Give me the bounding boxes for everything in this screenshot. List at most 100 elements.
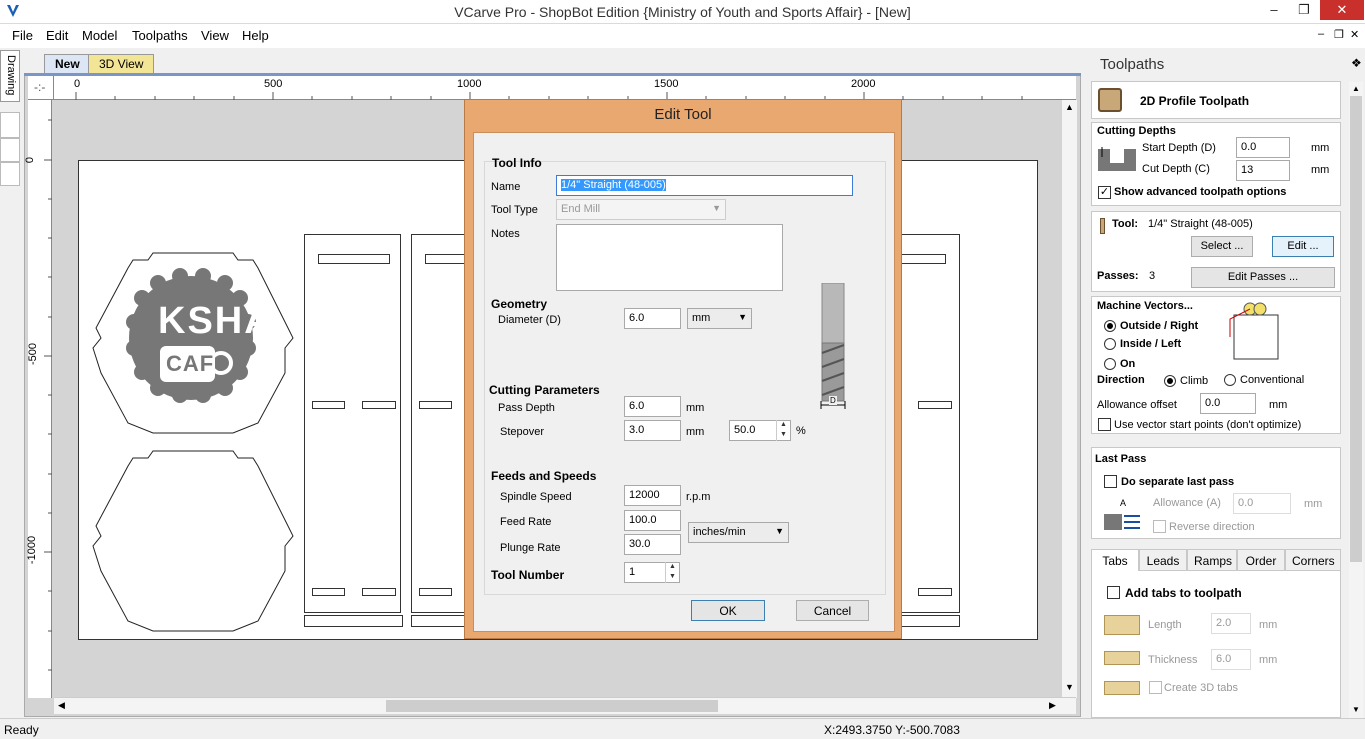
advanced-options-checkbox[interactable]: ✓ — [1098, 186, 1111, 199]
vector-start-points-label: Use vector start points (don't optimize) — [1114, 419, 1302, 431]
scroll-left-icon[interactable]: ◀ — [58, 700, 65, 711]
passes-label: Passes: — [1097, 270, 1139, 282]
tab-corners[interactable]: Corners — [1285, 549, 1341, 571]
tab-3d-view[interactable]: 3D View — [88, 54, 155, 73]
scroll-down-icon[interactable]: ▼ — [1065, 682, 1074, 692]
edit-passes-button[interactable]: Edit Passes ... — [1191, 267, 1335, 288]
add-tabs-checkbox[interactable] — [1107, 586, 1120, 599]
start-depth-input[interactable]: 0.0 — [1236, 137, 1290, 158]
tool-number-input[interactable]: 1 ▲ ▼ — [624, 562, 680, 583]
create-3d-tabs-checkbox[interactable] — [1149, 681, 1162, 694]
mdi-minimize-icon[interactable]: – — [1318, 28, 1324, 40]
last-pass-diagram-icon: A — [1104, 498, 1140, 530]
tool-name-value: 1/4" Straight (48-005) — [561, 179, 666, 191]
vector-offset-diagram-icon — [1229, 302, 1279, 360]
climb-radio[interactable] — [1164, 375, 1176, 387]
tab-length-unit: mm — [1259, 619, 1278, 631]
mdi-close-icon[interactable]: ✕ — [1350, 28, 1359, 41]
menu-edit[interactable]: Edit — [46, 28, 68, 43]
panel-scroll-thumb[interactable] — [1350, 96, 1362, 562]
tool-type-select[interactable]: End Mill ▼ — [556, 199, 726, 220]
conventional-label: Conventional — [1240, 374, 1305, 386]
tab-order[interactable]: Order — [1237, 549, 1285, 571]
side-tab-empty-3[interactable] — [0, 162, 20, 186]
ruler-h-1000: 1000 — [457, 78, 482, 90]
notes-textarea[interactable] — [556, 224, 783, 291]
tab-length-input[interactable]: 2.0 — [1211, 613, 1251, 634]
minimize-icon[interactable]: – — [1262, 2, 1286, 20]
tab-thickness-input[interactable]: 6.0 — [1211, 649, 1251, 670]
window-title: VCarve Pro - ShopBot Edition {Ministry o… — [454, 4, 911, 20]
panel-scroll-up-icon[interactable]: ▲ — [1352, 84, 1360, 93]
menu-file[interactable]: File — [12, 28, 33, 43]
direction-label: Direction — [1097, 374, 1145, 386]
conventional-radio[interactable] — [1224, 374, 1236, 386]
menu-help[interactable]: Help — [242, 28, 269, 43]
reverse-direction-label: Reverse direction — [1169, 521, 1255, 533]
scroll-up-icon[interactable]: ▲ — [1065, 102, 1074, 112]
side-tab-empty-2[interactable] — [0, 138, 20, 162]
tool-name-input[interactable]: 1/4" Straight (48-005) — [556, 175, 853, 196]
panel-1-slot-b — [362, 401, 396, 409]
outside-right-radio[interactable] — [1104, 320, 1116, 332]
close-icon[interactable]: ✕ — [1320, 0, 1364, 20]
tab-leads[interactable]: Leads — [1139, 549, 1187, 571]
panel-part-2[interactable] — [411, 234, 467, 613]
spin-arrows-icon[interactable]: ▲ ▼ — [776, 420, 790, 441]
panel-part-1[interactable] — [304, 234, 401, 613]
on-radio[interactable] — [1104, 358, 1116, 370]
pass-depth-input[interactable]: 6.0 — [624, 396, 681, 417]
last-pass-allowance-input[interactable]: 0.0 — [1233, 493, 1291, 514]
scroll-right-icon[interactable]: ▶ — [1049, 700, 1056, 711]
tab-new[interactable]: New — [44, 54, 91, 73]
feed-rate-input[interactable]: 100.0 — [624, 510, 681, 531]
edit-tool-button[interactable]: Edit ... — [1272, 236, 1334, 257]
maximize-icon[interactable]: ❐ — [1292, 2, 1316, 20]
vector-start-points-checkbox[interactable] — [1098, 418, 1111, 431]
menu-toolpaths[interactable]: Toolpaths — [132, 28, 188, 43]
ok-button[interactable]: OK — [691, 600, 765, 621]
panel-2-slot-a — [419, 401, 452, 409]
cut-depth-input[interactable]: 13 — [1236, 160, 1290, 181]
toolpath-type-box: 2D Profile Toolpath — [1091, 81, 1341, 119]
ruler-h-500: 500 — [264, 78, 283, 90]
cut-depth-unit: mm — [1311, 164, 1330, 176]
horizontal-scrollbar[interactable]: ◀ ▶ — [54, 697, 1076, 714]
cursor-coordinates: X:2493.3750 Y:-500.7083 — [824, 723, 960, 737]
panel-scroll-down-icon[interactable]: ▼ — [1352, 705, 1360, 714]
panel-3-slot-a — [918, 401, 952, 409]
ruler-v-500: -500 — [27, 342, 40, 366]
units-select[interactable]: mm ▼ — [687, 308, 752, 329]
stepover-input[interactable]: 3.0 — [624, 420, 681, 441]
plunge-rate-input[interactable]: 30.0 — [624, 534, 681, 555]
side-tab-empty-1[interactable] — [0, 112, 20, 138]
diameter-input[interactable]: 6.0 — [624, 308, 681, 329]
stepover-percent-input[interactable]: 50.0 ▲ ▼ — [729, 420, 791, 441]
drawing-side-tab[interactable]: Drawing — [0, 50, 20, 102]
geometry-heading: Geometry — [491, 297, 548, 311]
mdi-restore-icon[interactable]: ❐ — [1334, 28, 1344, 41]
vertical-scrollbar[interactable]: ▲ ▼ — [1062, 100, 1077, 698]
dialog-body: Tool Info Name 1/4" Straight (48-005) To… — [473, 132, 895, 632]
spindle-speed-input[interactable]: 12000 — [624, 485, 681, 506]
panel-1-slot-c — [312, 588, 345, 596]
panel-1-slot-d — [362, 588, 396, 596]
menu-view[interactable]: View — [201, 28, 229, 43]
panel-scrollbar[interactable]: ▲ ▼ — [1349, 82, 1363, 718]
on-label: On — [1120, 358, 1136, 370]
cancel-button[interactable]: Cancel — [796, 600, 869, 621]
allowance-offset-input[interactable]: 0.0 — [1200, 393, 1256, 414]
reverse-direction-checkbox[interactable] — [1153, 520, 1166, 533]
stepover-label: Stepover — [500, 426, 545, 438]
spin-arrows-icon[interactable]: ▲ ▼ — [665, 562, 679, 583]
select-tool-button[interactable]: Select ... — [1191, 236, 1253, 257]
panel-part-3[interactable] — [900, 234, 960, 613]
rate-units-select[interactable]: inches/min ▼ — [688, 522, 789, 543]
menu-model[interactable]: Model — [82, 28, 117, 43]
inside-left-radio[interactable] — [1104, 338, 1116, 350]
tab-ramps[interactable]: Ramps — [1187, 549, 1237, 571]
scroll-thumb[interactable] — [386, 700, 718, 712]
tab-tabs[interactable]: Tabs — [1091, 549, 1139, 571]
separate-last-pass-checkbox[interactable] — [1104, 475, 1117, 488]
pin-icon[interactable]: ❖ — [1351, 56, 1362, 70]
